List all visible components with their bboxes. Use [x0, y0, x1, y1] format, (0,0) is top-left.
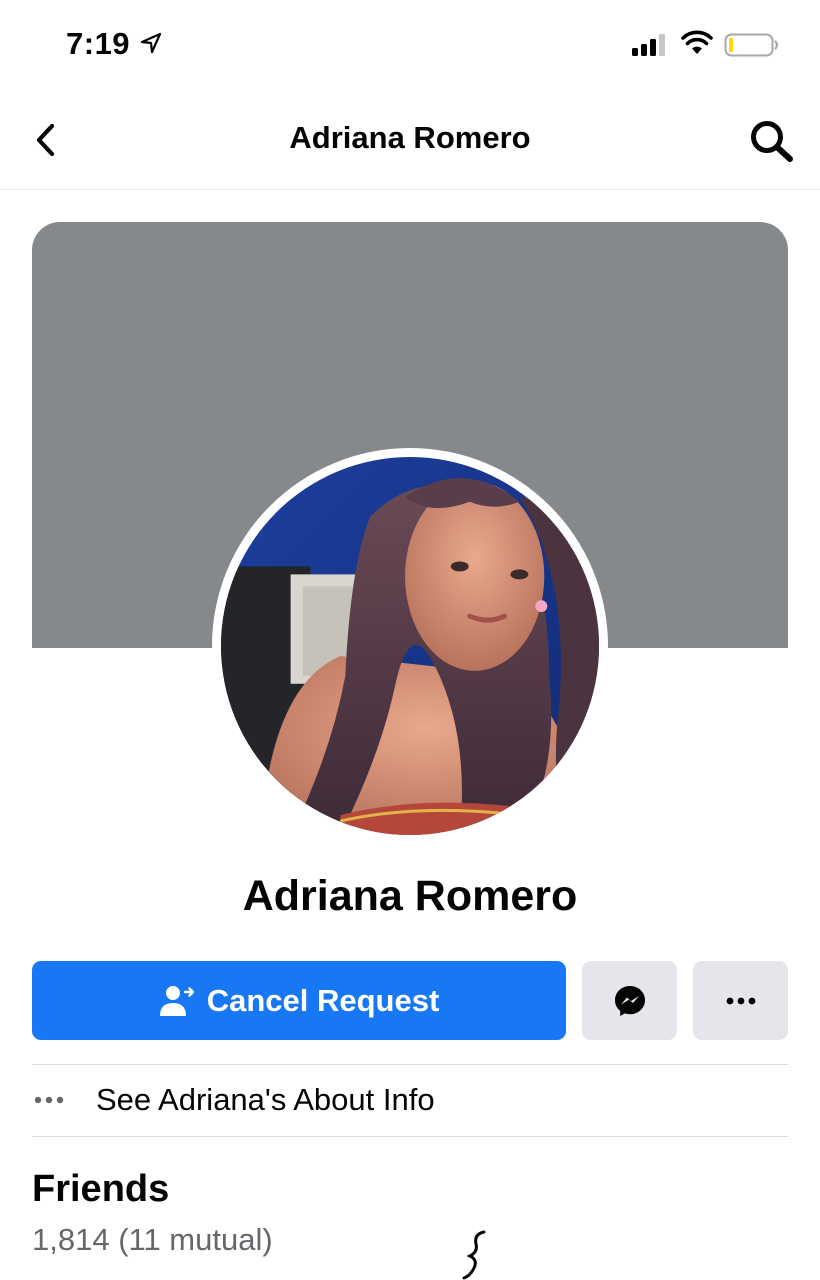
more-dots-icon: [34, 1096, 64, 1104]
about-info-row[interactable]: See Adriana's About Info: [32, 1072, 788, 1128]
pen-scribble: [462, 1230, 486, 1280]
search-icon[interactable]: [748, 118, 796, 164]
messenger-icon: [614, 985, 645, 1016]
person-arrow-icon: [159, 985, 194, 1016]
status-bar: 7:19: [0, 0, 820, 92]
battery-icon: [724, 33, 779, 57]
avatar-photo: [221, 457, 599, 835]
location-arrow-icon: [140, 32, 162, 54]
profile-name: Adriana Romero: [242, 872, 578, 920]
status-time: 7:19: [66, 26, 131, 61]
cancel-request-label: Cancel Request: [206, 982, 440, 1018]
divider: [32, 1136, 788, 1137]
more-dots-icon: [726, 997, 755, 1004]
about-info-label: See Adriana's About Info: [96, 1082, 435, 1117]
more-options-button[interactable]: [693, 961, 788, 1040]
messenger-button[interactable]: [582, 961, 677, 1040]
wifi-icon: [681, 30, 713, 54]
cancel-request-button[interactable]: Cancel Request: [32, 961, 566, 1040]
friends-heading: Friends: [32, 1168, 170, 1210]
friends-count[interactable]: 1,814 (11 mutual): [32, 1222, 273, 1258]
header-title: Adriana Romero: [289, 120, 531, 155]
profile-avatar[interactable]: [212, 448, 608, 844]
signal-icon: [632, 34, 665, 56]
divider: [32, 1064, 788, 1065]
nav-header: Adriana Romero: [0, 92, 820, 190]
